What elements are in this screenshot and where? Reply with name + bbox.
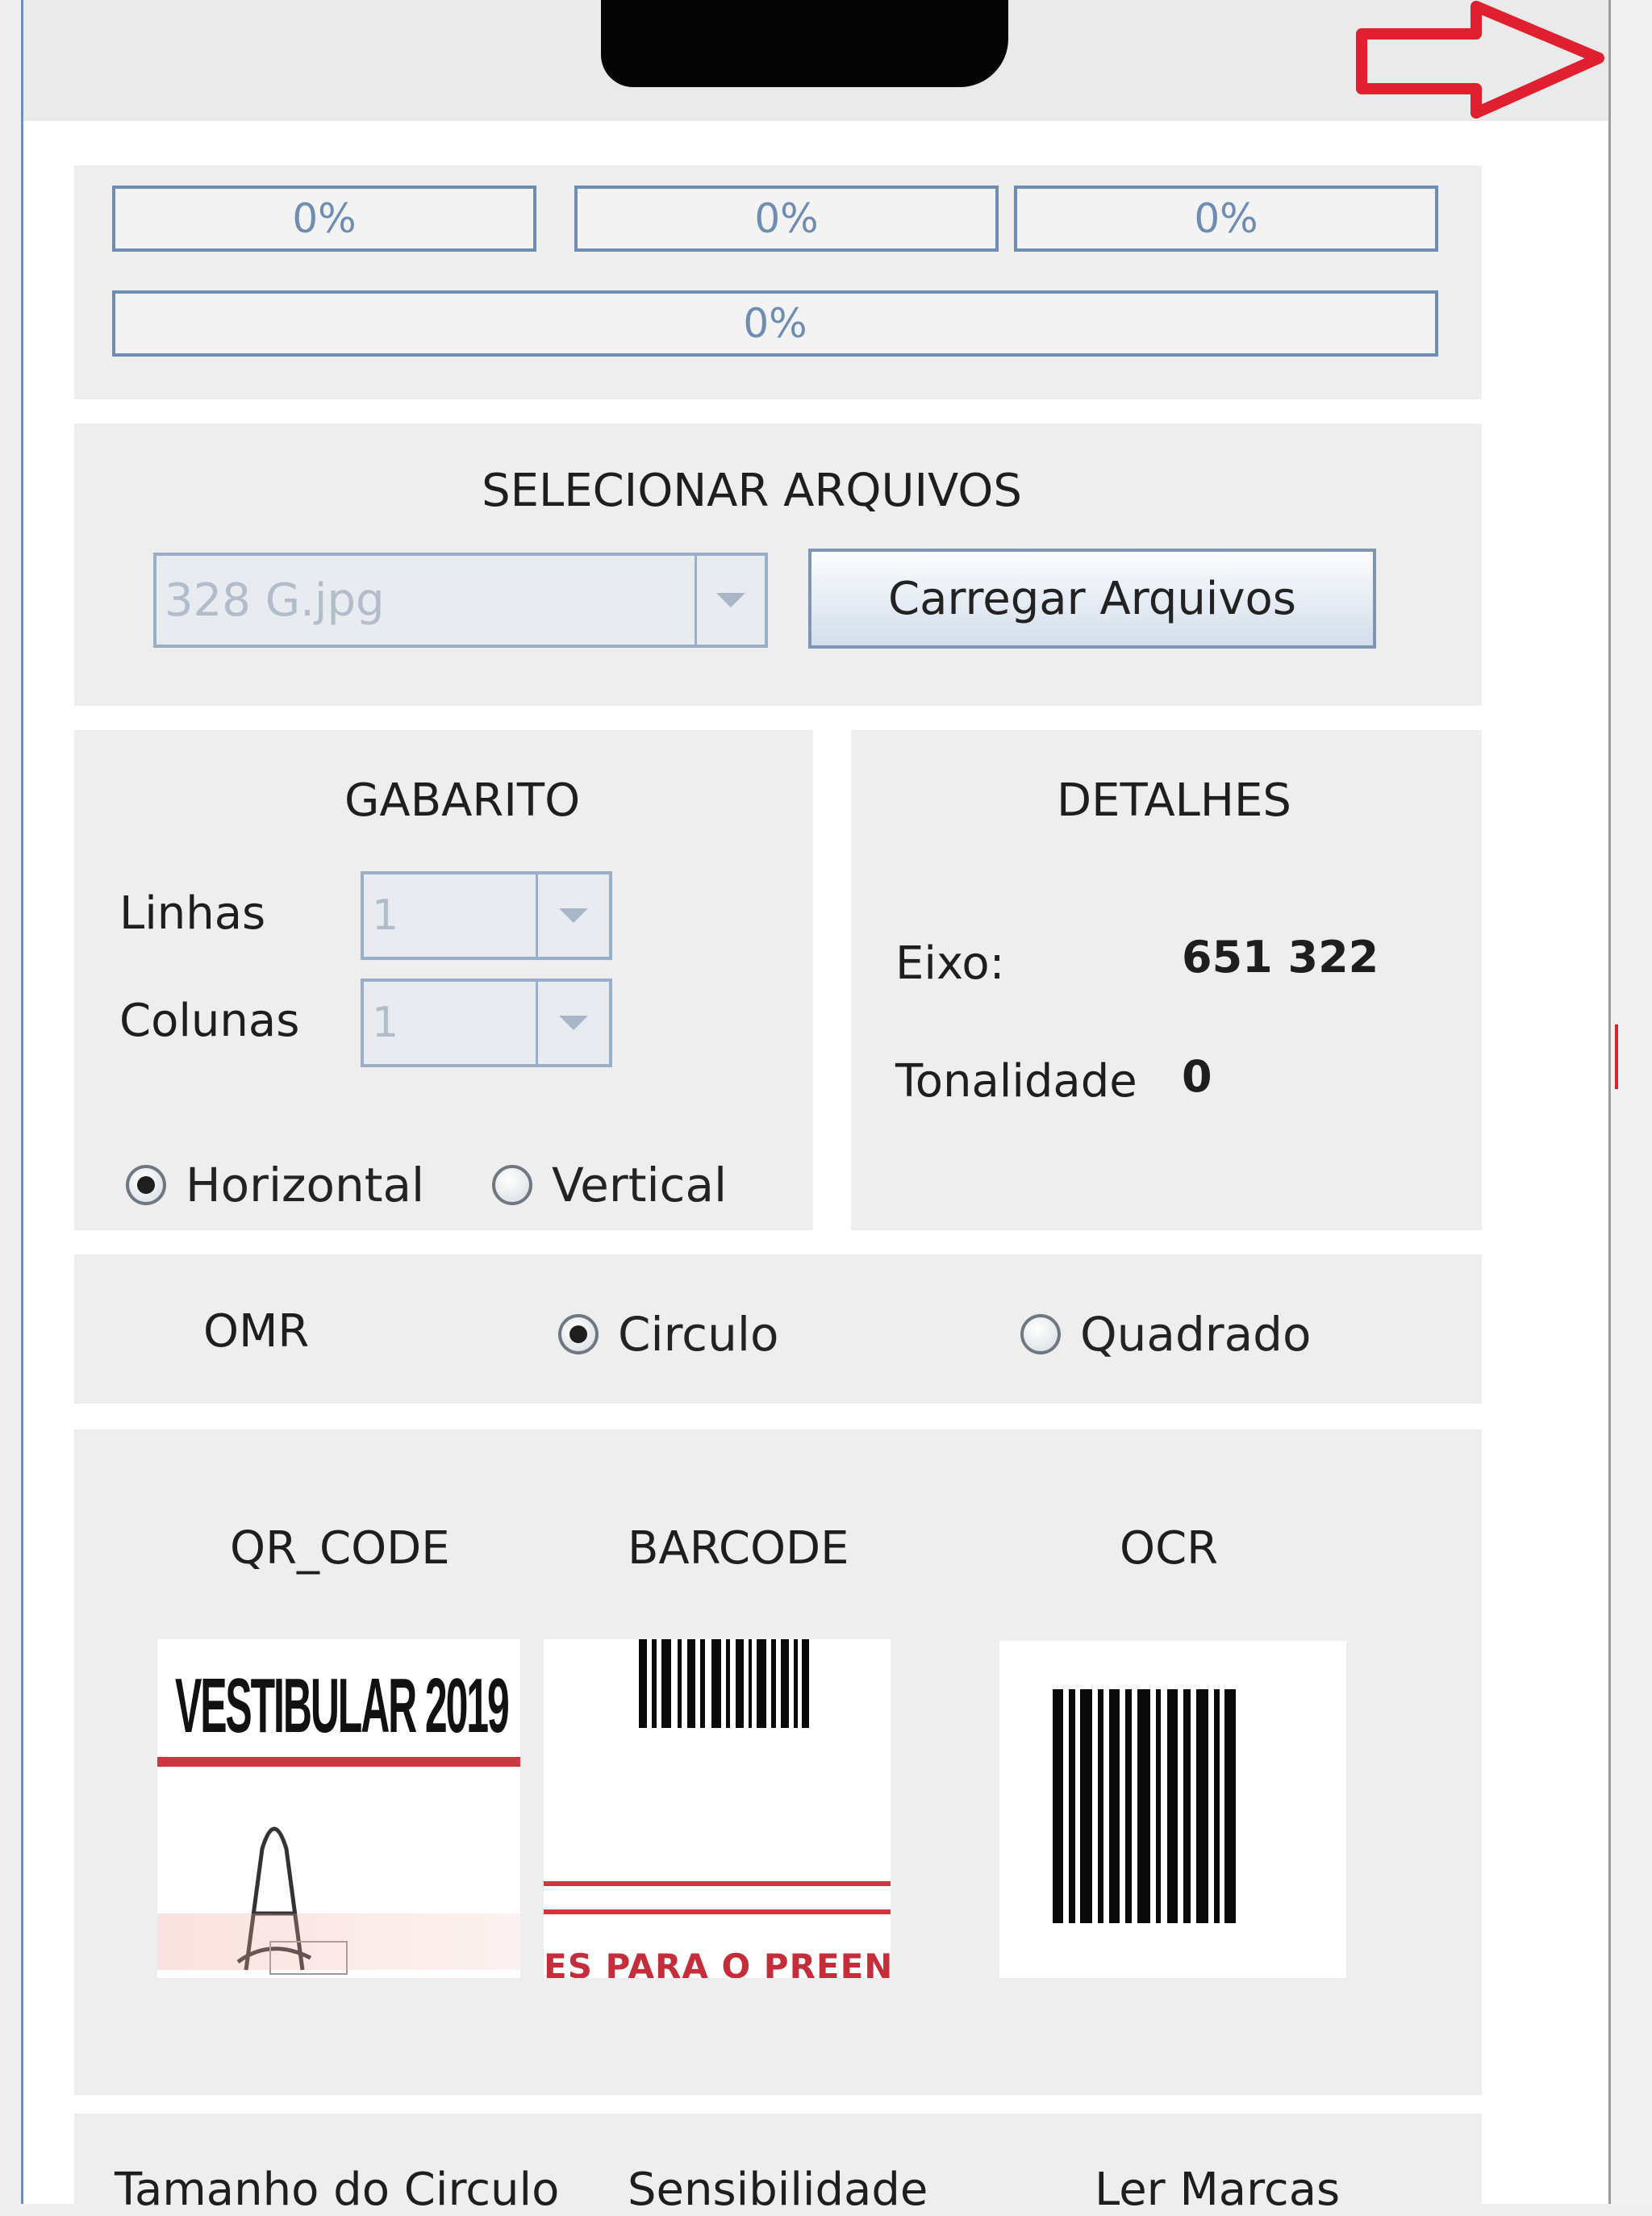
tone-label: Tonalidade (895, 1055, 1137, 1108)
details-title: DETALHES (1057, 774, 1291, 827)
progress-bar-1: 0% (112, 186, 536, 252)
qr-code-preview: VESTIBULAR 2019 (157, 1639, 520, 1978)
arrow-right-icon (1356, 1, 1604, 119)
ocr-preview-bars (1053, 1689, 1236, 1923)
radio-vertical-label: Vertical (552, 1158, 728, 1212)
rows-label: Linhas (119, 887, 266, 940)
redacted-title (601, 0, 1008, 87)
radio-vertical-indicator[interactable] (492, 1165, 532, 1205)
load-files-button[interactable]: Carregar Arquivos (808, 549, 1376, 649)
chevron-down-icon[interactable] (697, 556, 765, 645)
details-panel: DETALHES Eixo: 651 322 Tonalidade 0 (851, 730, 1482, 1230)
file-combo-value: 328 G.jpg (156, 556, 697, 645)
axis-value: 651 322 (1182, 932, 1379, 983)
readers-panel: QR_CODE BARCODE OCR VESTIBULAR 2019 ES P… (74, 1429, 1482, 2095)
qr-code-title: QR_CODE (230, 1522, 450, 1575)
barcode-preview-red-line-2 (544, 1909, 891, 1914)
qr-preview-red-line (157, 1757, 520, 1767)
ocr-title: OCR (1120, 1522, 1219, 1575)
file-combo[interactable]: 328 G.jpg (153, 553, 768, 648)
barcode-preview-bars (639, 1639, 809, 1728)
omr-panel: OMR Circulo Quadrado (74, 1254, 1482, 1404)
marks-panel: Tamanho do Circulo Sensibilidade Ler Mar… (74, 2114, 1482, 2213)
qr-preview-faded-stripe (157, 1913, 520, 1970)
cols-label: Colunas (119, 995, 300, 1047)
progress-panel: 0% 0% 0% 0% (74, 165, 1482, 399)
chevron-down-icon[interactable] (538, 874, 609, 957)
sensitivity-label: Sensibilidade (628, 2164, 928, 2216)
radio-square-indicator[interactable] (1020, 1314, 1061, 1354)
right-gutter (1611, 0, 1652, 2204)
radio-circle[interactable]: Circulo (558, 1307, 778, 1362)
radio-square[interactable]: Quadrado (1020, 1307, 1311, 1362)
radio-horizontal-indicator[interactable] (126, 1165, 166, 1205)
select-files-panel: SELECIONAR ARQUIVOS 328 G.jpg Carregar A… (74, 424, 1482, 706)
progress-bar-1-text: 0% (292, 195, 357, 242)
progress-bar-overall: 0% (112, 290, 1438, 357)
barcode-title: BARCODE (628, 1522, 849, 1575)
progress-bar-2-text: 0% (754, 195, 819, 242)
radio-vertical[interactable]: Vertical (492, 1158, 727, 1212)
qr-preview-text: VESTIBULAR 2019 (175, 1663, 510, 1749)
progress-bar-2: 0% (574, 186, 999, 252)
tone-value: 0 (1182, 1051, 1212, 1102)
progress-bar-overall-text: 0% (743, 300, 807, 347)
barcode-preview-text: ES PARA O PREENCHIN (544, 1947, 891, 1979)
gabarito-title: GABARITO (344, 774, 581, 827)
radio-horizontal-selected-dot (137, 1176, 155, 1194)
omr-label: OMR (203, 1305, 310, 1358)
barcode-preview: ES PARA O PREENCHIN (544, 1639, 891, 1978)
barcode-preview-red-line-1 (544, 1881, 891, 1886)
chevron-down-icon[interactable] (538, 982, 609, 1064)
radio-horizontal[interactable]: Horizontal (126, 1158, 424, 1212)
ocr-preview (999, 1641, 1346, 1978)
splitter-mark (1615, 1025, 1618, 1089)
radio-circle-label: Circulo (618, 1307, 779, 1362)
progress-bar-3: 0% (1014, 186, 1438, 252)
radio-horizontal-label: Horizontal (186, 1158, 425, 1212)
read-marks-label: Ler Marcas (1095, 2164, 1341, 2216)
cols-combo[interactable]: 1 (361, 979, 612, 1067)
select-files-title: SELECIONAR ARQUIVOS (482, 465, 1022, 517)
axis-label: Eixo: (895, 937, 1005, 990)
rows-combo-value: 1 (364, 874, 538, 957)
radio-square-label: Quadrado (1080, 1307, 1312, 1362)
circle-size-label: Tamanho do Circulo (115, 2164, 560, 2216)
gabarito-panel: GABARITO Linhas 1 Colunas 1 Horizontal V… (74, 730, 813, 1230)
radio-circle-indicator[interactable] (558, 1314, 599, 1354)
radio-circle-selected-dot (569, 1325, 587, 1343)
rows-combo[interactable]: 1 (361, 871, 612, 960)
progress-bar-3-text: 0% (1194, 195, 1258, 242)
cols-combo-value: 1 (364, 982, 538, 1064)
